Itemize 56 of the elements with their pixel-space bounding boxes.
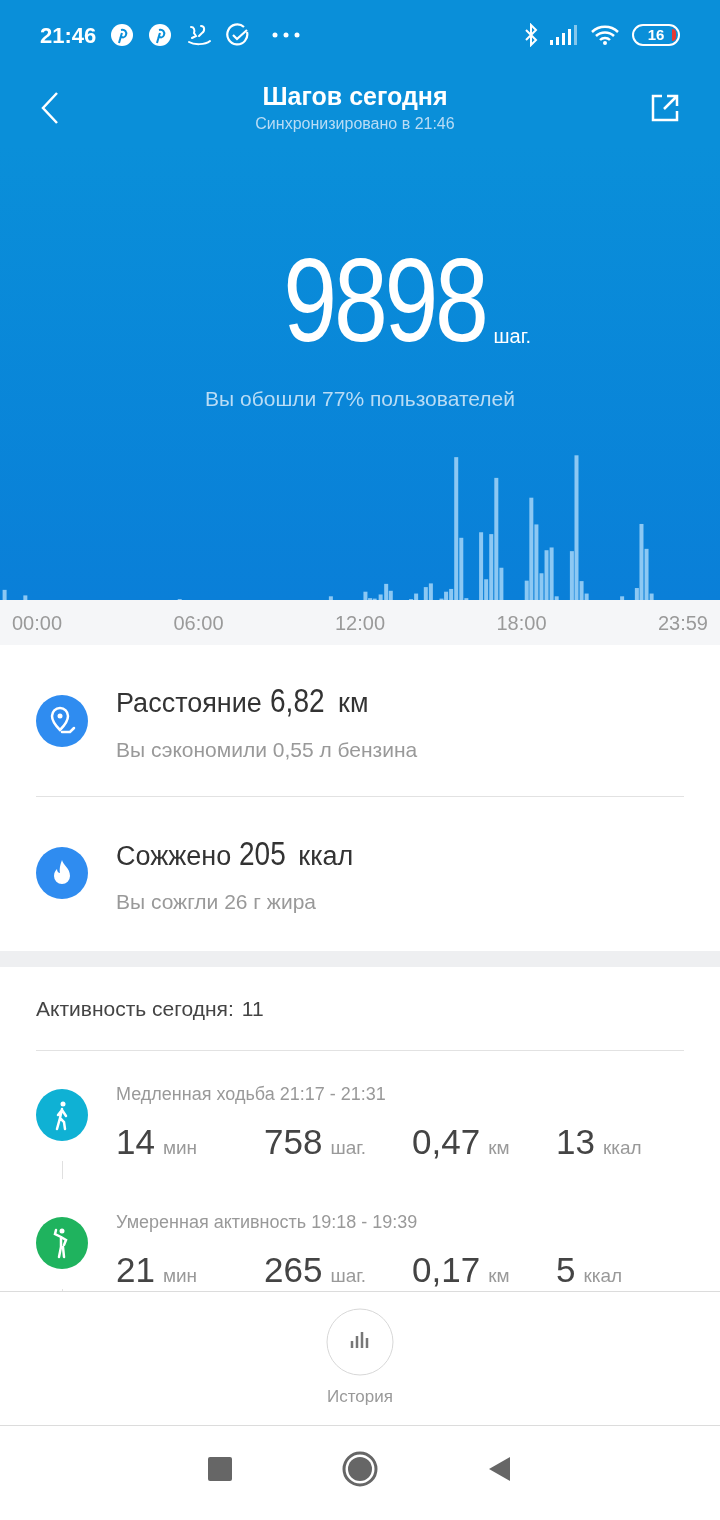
- activity-label: Активность сегодня:: [36, 995, 234, 1022]
- activity-title: Умеренная активность 19:18 - 19:39: [116, 1211, 419, 1234]
- metric-unit: ккал: [298, 839, 354, 873]
- step-count: 9898: [283, 245, 486, 355]
- check-circle-icon: [226, 23, 251, 47]
- stat-unit: шаг.: [330, 1136, 367, 1160]
- flame-icon: [36, 847, 88, 899]
- bluetooth-icon: [524, 23, 538, 47]
- bar-chart-icon: [326, 1307, 394, 1376]
- history-button[interactable]: История: [326, 1307, 394, 1410]
- stat-value: 0,17: [412, 1249, 481, 1291]
- stat-unit: шаг.: [330, 1264, 367, 1288]
- stat-unit: км: [488, 1264, 510, 1288]
- axis-label: 06:00: [173, 610, 224, 636]
- step-unit: шаг.: [493, 324, 532, 349]
- signal-icon: [550, 25, 578, 45]
- home-icon[interactable]: [342, 1451, 378, 1487]
- comparison-text: Вы обошли 77% пользователей: [205, 386, 515, 412]
- back-nav-icon[interactable]: [488, 1456, 512, 1482]
- figures-icon: [186, 23, 213, 47]
- metric-unit: км: [338, 687, 369, 720]
- metric-note: Вы сожгли 26 г жира: [116, 889, 317, 915]
- activity-count: 11: [241, 995, 264, 1022]
- sync-status: Синхронизировано в 21:46: [255, 113, 455, 134]
- axis-label: 12:00: [334, 610, 386, 636]
- stat-unit: ккал: [602, 1136, 642, 1160]
- wifi-icon: [590, 24, 620, 46]
- stat-value: 5: [556, 1249, 576, 1291]
- stat-value: 265: [264, 1249, 323, 1291]
- metric-label: Сожжено: [116, 839, 232, 873]
- stat-value: 14: [116, 1121, 155, 1163]
- axis-label: 00:00: [12, 610, 63, 636]
- metric-value: 205: [239, 833, 287, 874]
- metric-note: Вы сэкономили 0,55 л бензина: [116, 736, 418, 763]
- pinterest-icon: [110, 23, 135, 47]
- stat-value: 21: [116, 1249, 155, 1291]
- more-dots-icon: [272, 32, 301, 38]
- stat-value: 0,47: [412, 1121, 481, 1163]
- share-icon[interactable]: [650, 92, 680, 123]
- axis-label: 18:00: [496, 610, 547, 636]
- metric-value: 6,82: [269, 681, 325, 721]
- axis-label: 23:59: [657, 610, 708, 636]
- battery-indicator: 16: [632, 24, 680, 46]
- stat-unit: мин: [162, 1264, 198, 1288]
- stat-unit: мин: [162, 1136, 198, 1160]
- back-icon[interactable]: [40, 90, 60, 125]
- location-pin-icon: [36, 694, 88, 747]
- page-title: Шагов сегодня: [262, 80, 448, 112]
- pinterest-icon: [148, 23, 173, 47]
- metric-label: Расстояние: [116, 687, 262, 720]
- stat-value: 13: [556, 1121, 595, 1163]
- status-time: 21:46: [40, 21, 97, 50]
- stat-unit: км: [488, 1136, 510, 1160]
- stat-unit: ккал: [583, 1264, 623, 1288]
- stat-value: 758: [264, 1121, 323, 1163]
- activity-title: Медленная ходьба 21:17 - 21:31: [116, 1083, 387, 1106]
